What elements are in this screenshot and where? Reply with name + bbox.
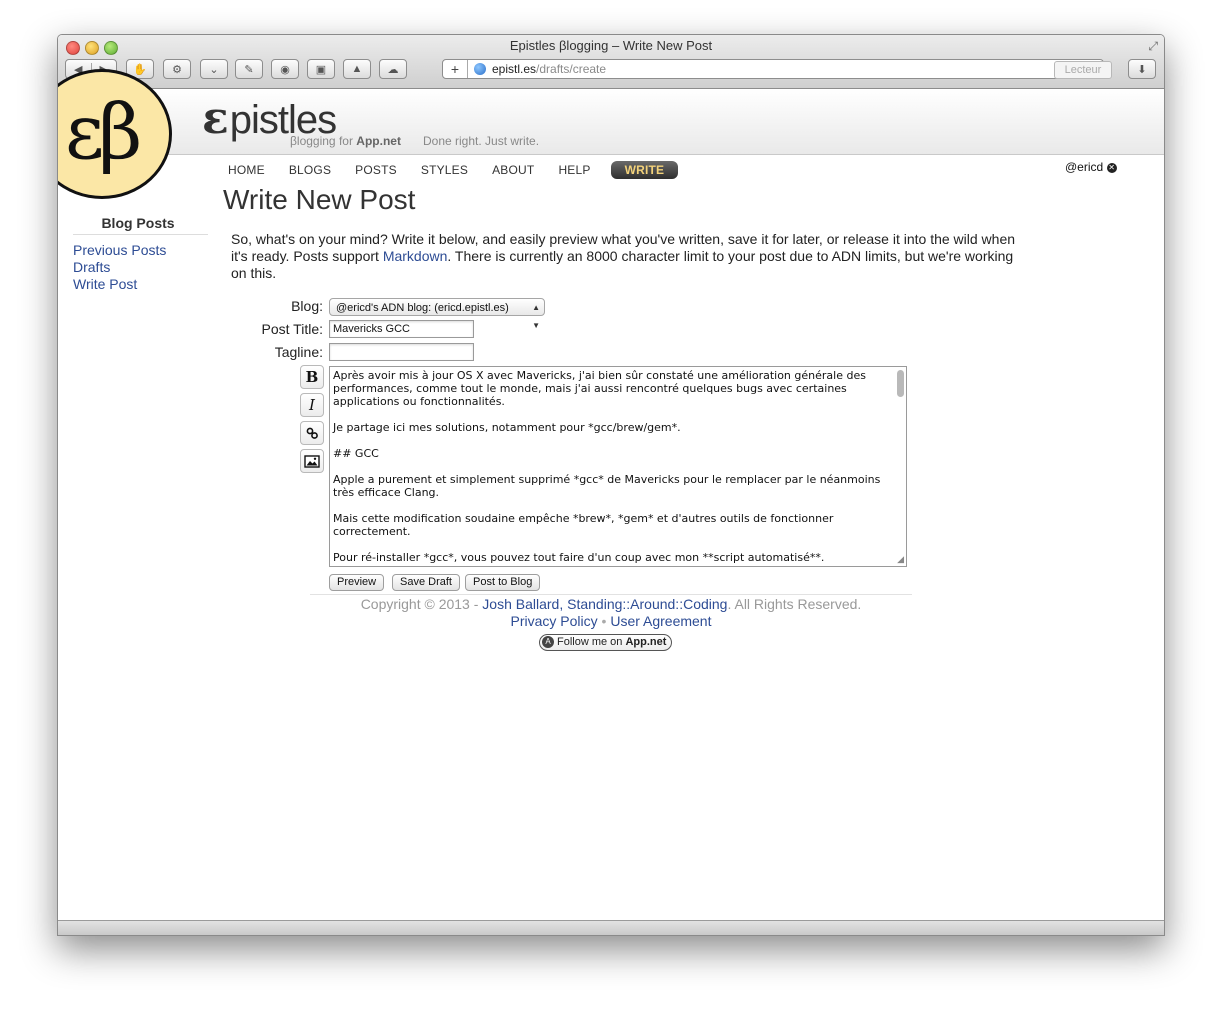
- link-icon[interactable]: [300, 421, 324, 445]
- footer-divider: [310, 594, 912, 595]
- url-host: epistl.es: [492, 62, 537, 76]
- follow-on-appnet-button[interactable]: A Follow me on App.net: [539, 634, 672, 651]
- blog-select[interactable]: @ericd's ADN blog: (ericd.epistl.es) ▲ ▼: [329, 298, 545, 330]
- site-header: εβ εpistles βlogging for App.net Done ri…: [58, 69, 1164, 199]
- nav-help[interactable]: HELP: [558, 163, 590, 177]
- post-title-label: Post Title:: [261, 321, 323, 337]
- reader-button[interactable]: Lecteur: [1054, 61, 1112, 79]
- select-arrows-icon: ▲ ▼: [532, 303, 540, 330]
- post-body-text: Après avoir mis à jour OS X avec Maveric…: [333, 369, 881, 564]
- tagline-prefix: βlogging for: [290, 134, 353, 148]
- rights-text: . All Rights Reserved.: [727, 596, 862, 612]
- cloud-icon[interactable]: ☁: [379, 59, 407, 79]
- privacy-policy-link[interactable]: Privacy Policy: [511, 613, 598, 629]
- nav-about[interactable]: ABOUT: [492, 163, 534, 177]
- nav-posts[interactable]: POSTS: [355, 163, 397, 177]
- nav-write[interactable]: WRITE: [610, 161, 679, 179]
- nav-home[interactable]: HOME: [228, 163, 265, 177]
- status-bar: [58, 920, 1164, 935]
- sidebar-item-previous-posts[interactable]: Previous Posts: [73, 242, 166, 259]
- crop-icon[interactable]: ▣: [307, 59, 335, 79]
- browser-toolbar: Epistles βlogging – Write New Post ⤢ ◀ ▶…: [58, 35, 1164, 89]
- post-title-input[interactable]: Mavericks GCC: [329, 320, 474, 338]
- nav-blogs[interactable]: BLOGS: [289, 163, 331, 177]
- bold-button[interactable]: B: [300, 365, 324, 389]
- logout-icon[interactable]: ✕: [1106, 162, 1117, 173]
- blog-select-value: @ericd's ADN blog: (ericd.epistl.es): [336, 302, 509, 314]
- user-agreement-link[interactable]: User Agreement: [610, 613, 711, 629]
- intro-text: So, what's on your mind? Write it below,…: [231, 231, 1021, 282]
- url-path: /drafts/create: [536, 62, 607, 76]
- site-motto: Done right. Just write.: [423, 134, 540, 148]
- site-tagline: βlogging for App.net: [290, 134, 401, 148]
- logo-glyphs: εβ: [65, 87, 142, 176]
- editor-toolbar: B I: [300, 365, 324, 477]
- eye-icon[interactable]: ◉: [271, 59, 299, 79]
- save-draft-button[interactable]: Save Draft: [392, 574, 460, 591]
- copyright-text: Copyright © 2013 -: [360, 596, 483, 612]
- italic-button[interactable]: I: [300, 393, 324, 417]
- user-menu[interactable]: @ericd ✕: [1065, 160, 1117, 174]
- blog-label: Blog:: [291, 298, 323, 314]
- sidebar-item-drafts[interactable]: Drafts: [73, 259, 166, 276]
- author-link[interactable]: Josh Ballard, Standing::Around::Coding: [482, 596, 727, 612]
- download-icon[interactable]: ⬇: [1128, 59, 1156, 79]
- sidebar-heading: Blog Posts: [101, 215, 175, 231]
- address-bar[interactable]: + epistl.es/drafts/create ↻: [442, 59, 1104, 79]
- footer-copyright: Copyright © 2013 - Josh Ballard, Standin…: [58, 596, 1164, 612]
- markdown-link[interactable]: Markdown: [383, 248, 448, 264]
- page-title: Write New Post: [223, 184, 416, 215]
- editor-scrollbar[interactable]: [897, 370, 904, 397]
- wrench-icon[interactable]: ✎: [235, 59, 263, 79]
- follow-prefix: Follow me on: [557, 636, 626, 648]
- image-icon[interactable]: [300, 449, 324, 473]
- tagline-brand: App.net: [356, 134, 401, 148]
- post-to-blog-button[interactable]: Post to Blog: [465, 574, 541, 591]
- tagline-label: Tagline:: [274, 344, 323, 360]
- site-logo[interactable]: εβ: [58, 69, 172, 199]
- window-title: Epistles βlogging – Write New Post: [509, 38, 713, 53]
- user-handle: @ericd: [1065, 160, 1104, 174]
- brand-initial: ε: [202, 93, 229, 144]
- sidebar-item-write-post[interactable]: Write Post: [73, 276, 166, 293]
- resize-grip-icon[interactable]: ◢: [897, 554, 904, 565]
- post-body-textarea[interactable]: Après avoir mis à jour OS X avec Maveric…: [329, 366, 907, 567]
- nav-styles[interactable]: STYLES: [421, 163, 468, 177]
- rocket-icon[interactable]: ▲: [343, 59, 371, 79]
- appnet-icon: A: [542, 636, 554, 648]
- preview-button[interactable]: Preview: [329, 574, 385, 591]
- footer-links: Privacy Policy • User Agreement: [58, 613, 1164, 629]
- follow-label: Follow me on App.net: [557, 635, 666, 650]
- footer-separator: •: [601, 613, 607, 629]
- sidebar-divider: [73, 234, 208, 235]
- pocket-icon[interactable]: ⌄: [200, 59, 228, 79]
- sidebar: Previous Posts Drafts Write Post: [73, 242, 166, 293]
- fullscreen-icon[interactable]: ⤢: [1148, 39, 1158, 54]
- gear-icon[interactable]: ⚙: [163, 59, 191, 79]
- browser-window: Epistles βlogging – Write New Post ⤢ ◀ ▶…: [57, 34, 1165, 936]
- globe-icon: [474, 63, 486, 75]
- tagline-input[interactable]: [329, 343, 474, 361]
- follow-brand: App.net: [625, 636, 667, 648]
- add-bookmark-icon[interactable]: +: [443, 60, 468, 78]
- main-nav: HOME BLOGS POSTS STYLES ABOUT HELP WRITE: [228, 161, 702, 179]
